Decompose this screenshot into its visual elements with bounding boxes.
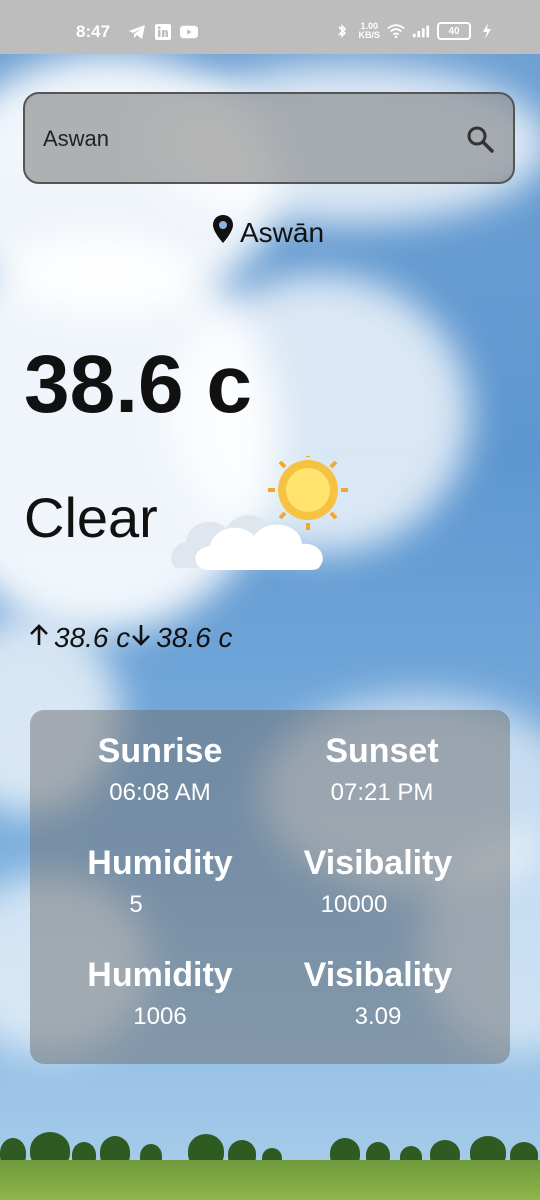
weather-details-panel: Sunrise 06:08 AM Sunset 07:21 PM Humidit… [30,710,510,1064]
city-search-box [23,92,515,184]
youtube-icon [180,24,198,40]
network-speed-unit: KB/S [358,30,380,40]
status-time: 8:47 [76,22,111,41]
arrow-down-icon [130,622,156,654]
telegram-icon [128,24,146,40]
linkedin-icon [154,24,172,40]
detail-sunrise: Sunrise 06:08 AM [50,732,270,807]
detail-value: 3.09 [354,1003,402,1030]
location-pin-icon [212,214,234,251]
detail-value: 06:08 AM [109,779,211,806]
network-speed: 1.00 KB/S [358,22,380,40]
battery-indicator: 40 [437,22,471,40]
sun-behind-cloud-icon [168,450,348,576]
detail-label: Visibality [303,844,453,882]
status-notification-icons [128,24,198,40]
city-search-input[interactable] [41,116,455,162]
signal-icon [412,23,430,39]
charging-icon [478,23,496,39]
current-temperature: 38.6 c [24,339,252,430]
location-name: Aswān [240,216,325,248]
detail-label: Visibality [303,956,453,994]
detail-label: Humidity [87,844,233,882]
detail-label: Sunset [325,732,439,770]
weather-condition: Clear [24,486,158,549]
detail-humidity: Humidity 5 [50,844,270,919]
max-temperature: 38.6 c [54,622,131,653]
temperature-range: 38.6 c 38.6 c [28,622,233,654]
detail-label: Sunrise [97,732,223,770]
location-label: Aswān [212,214,324,251]
grass-field [0,1160,540,1200]
search-icon[interactable] [465,124,495,154]
arrow-up-icon [28,622,54,654]
detail-value: 10000 [320,891,388,918]
detail-value: 07:21 PM [330,779,434,806]
status-system-icons: 1.00 KB/S 40 [333,22,496,40]
status-bar: 8:47 1.00 KB/S 40 [0,0,540,54]
detail-pressure: Humidity 1006 [50,956,270,1031]
detail-value: 5 [129,891,143,918]
detail-value: 1006 [133,1003,187,1030]
detail-visibility: Visibality 10000 [268,844,488,919]
bluetooth-icon [333,23,351,39]
min-temperature: 38.6 c [156,622,233,653]
detail-label: Humidity [87,956,233,994]
detail-wind: Visibality 3.09 [268,956,488,1031]
wifi-icon [387,23,405,39]
detail-sunset: Sunset 07:21 PM [272,732,492,807]
